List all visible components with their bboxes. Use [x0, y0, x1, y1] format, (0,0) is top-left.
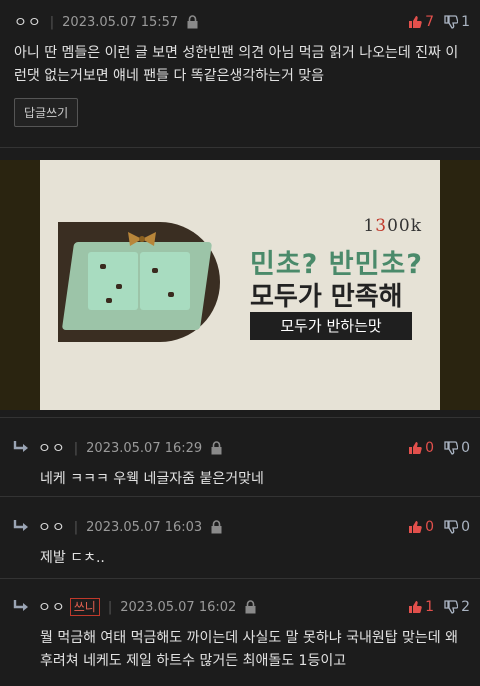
ad-logo-part: 1: [363, 216, 376, 236]
reply-arrow-icon: [12, 599, 30, 615]
lock-icon: [210, 441, 223, 455]
ad-choco-chip: [116, 284, 122, 289]
ad-choco-chip: [152, 268, 158, 273]
comment-text: 뭘 먹금해 여태 먹금해도 까이는데 사실도 말 못하냐 국내원탑 맞는데 왜 …: [40, 630, 459, 669]
vote-group: 0 0: [398, 519, 470, 535]
comment-date: 2023.05.07 16:29: [86, 440, 203, 456]
upvote-count: 1: [425, 599, 435, 615]
downvote-count: 1: [461, 14, 470, 30]
downvote-count: 0: [461, 519, 470, 535]
meta-separator: |: [73, 519, 79, 535]
ad-tagline: 모두가 반하는맛: [250, 312, 412, 340]
ad-logo-part: 00k: [387, 216, 422, 236]
downvote-count: 0: [461, 440, 470, 456]
vote-group: 7 1: [398, 14, 470, 30]
vote-group: 1 2: [398, 599, 470, 615]
ad-subheadline: 모두가 만족해: [250, 282, 403, 312]
thumbs-down-icon: [444, 520, 459, 534]
thumbs-up-icon: [409, 16, 422, 28]
ad-ribbon-bow: [128, 232, 156, 246]
upvote-button[interactable]: 0: [408, 519, 434, 535]
ad-banner: 1300k 민초? 반민초? 모두가 만족해 모두가 반하는맛: [40, 160, 440, 410]
spacer: [0, 148, 480, 160]
ad-logo-part: 3: [375, 216, 388, 236]
op-badge: 쓰니: [69, 598, 100, 616]
upvote-button[interactable]: 0: [408, 440, 434, 456]
thumbs-down-icon: [444, 15, 459, 29]
upvote-count: 7: [425, 14, 435, 30]
reply-comment: ㅇㅇ | 2023.05.07 16:29 0 0 네케 ㅋㅋㅋ 우웩 네글자줌…: [0, 418, 480, 497]
comment-text: 제발 ㄷㅊ..: [40, 550, 105, 566]
comment-meta: ㅇㅇ | 2023.05.07 16:03 0 0: [12, 515, 470, 539]
ad-choco-chip: [106, 298, 112, 303]
reply-arrow-icon: [12, 440, 30, 456]
ad-choco-chip: [168, 292, 174, 297]
comment-author[interactable]: ㅇㅇ: [14, 12, 42, 32]
downvote-count: 2: [461, 599, 470, 615]
thumbs-down-icon: [444, 600, 459, 614]
meta-separator: |: [107, 599, 113, 615]
comment-date: 2023.05.07 16:02: [120, 599, 237, 615]
comment-date: 2023.05.07 16:03: [86, 519, 203, 535]
upvote-button[interactable]: 7: [408, 14, 434, 30]
comment-author[interactable]: ㅇㅇ: [38, 597, 66, 617]
downvote-button[interactable]: 0: [444, 519, 470, 535]
embedded-image[interactable]: 1300k 민초? 반민초? 모두가 만족해 모두가 반하는맛: [0, 160, 480, 410]
reply-comment: ㅇㅇ 쓰니 | 2023.05.07 16:02 1 2 뭘 먹금해 여태 먹금…: [0, 579, 480, 686]
comment-author[interactable]: ㅇㅇ: [38, 517, 66, 537]
meta-separator: |: [49, 14, 55, 30]
comment-date: 2023.05.07 15:57: [62, 14, 179, 30]
comment-text: 아니 딴 멤들은 이런 글 보면 성한빈팬 의견 아님 먹금 읽거 나오는데 진…: [14, 45, 459, 84]
thumbs-up-icon: [409, 442, 422, 454]
downvote-button[interactable]: 1: [444, 14, 470, 30]
comment-meta: ㅇㅇ 쓰니 | 2023.05.07 16:02 1 2: [12, 595, 470, 619]
thumbs-down-icon: [444, 441, 459, 455]
ad-choco-chip: [100, 264, 106, 269]
comment-text: 네케 ㅋㅋㅋ 우웩 네글자줌 붙은거맞네: [40, 471, 264, 487]
thumbs-up-icon: [409, 601, 422, 613]
downvote-button[interactable]: 2: [444, 599, 470, 615]
downvote-button[interactable]: 0: [444, 440, 470, 456]
lock-icon: [210, 520, 223, 534]
ad-mint-cake: [140, 252, 190, 310]
reply-comment: ㅇㅇ | 2023.05.07 16:03 0 0 제발 ㄷㅊ..: [0, 497, 480, 579]
lock-icon: [186, 15, 199, 29]
meta-separator: |: [73, 440, 79, 456]
comment-author[interactable]: ㅇㅇ: [38, 438, 66, 458]
vote-group: 0 0: [398, 440, 470, 456]
reply-button[interactable]: 답글쓰기: [14, 98, 79, 127]
ad-logo: 1300k: [363, 216, 422, 236]
upvote-count: 0: [425, 440, 435, 456]
upvote-count: 0: [425, 519, 435, 535]
upvote-button[interactable]: 1: [408, 599, 434, 615]
comment-meta: ㅇㅇ | 2023.05.07 15:57 7 1: [14, 10, 470, 34]
spacer: [0, 410, 480, 418]
main-comment: ㅇㅇ | 2023.05.07 15:57 7 1 아니 딴 멤들은 이런 글 …: [0, 0, 480, 148]
lock-icon: [244, 600, 257, 614]
reply-arrow-icon: [12, 519, 30, 535]
thumbs-up-icon: [409, 521, 422, 533]
ad-mint-cake: [88, 252, 138, 310]
comment-meta: ㅇㅇ | 2023.05.07 16:29 0 0: [12, 436, 470, 460]
